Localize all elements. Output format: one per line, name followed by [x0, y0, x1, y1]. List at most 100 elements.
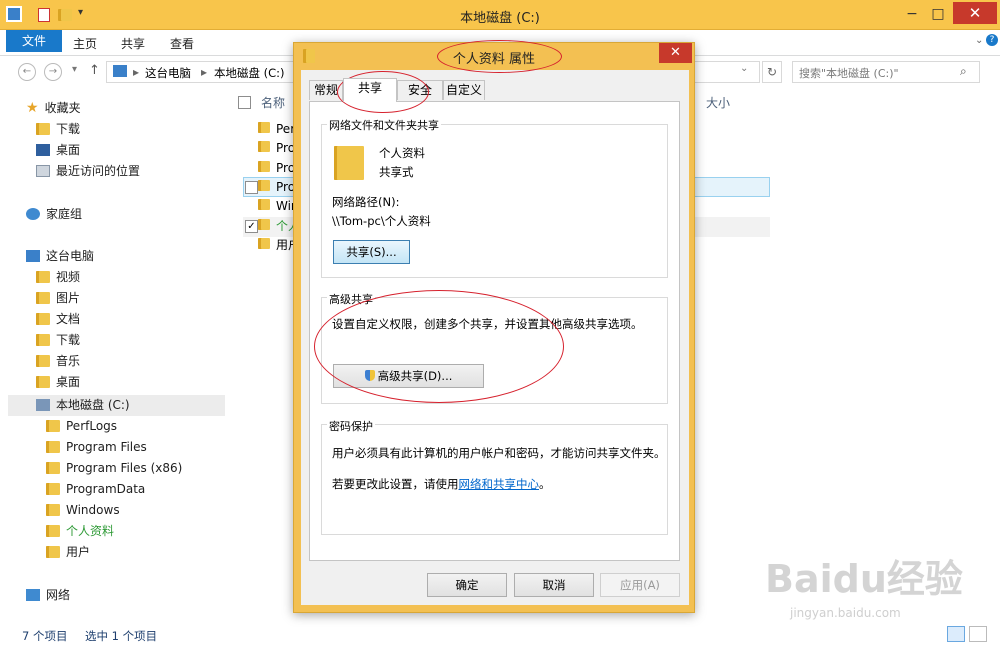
network-icon [26, 589, 40, 601]
network-sharing-group-label: 网络文件和文件夹共享 [327, 117, 441, 133]
column-size-header[interactable]: 大小 [706, 94, 730, 111]
back-icon[interactable]: ← [18, 63, 36, 81]
network-sharing-center-link[interactable]: 网络和共享中心 [459, 477, 540, 491]
close-window-button[interactable]: ✕ [953, 2, 997, 24]
folder-icon [46, 504, 60, 516]
sidebar-folder-programdata[interactable]: ProgramData [46, 479, 271, 500]
folder-name: 个人资料 [379, 146, 425, 160]
breadcrumb-this-pc[interactable]: 这台电脑 [145, 65, 191, 81]
select-all-checkbox[interactable] [238, 96, 251, 109]
sidebar-item-music[interactable]: 音乐 [36, 351, 261, 372]
sidebar-folder-program-files-x86[interactable]: Program Files (x86) [46, 458, 271, 479]
sidebar-homegroup[interactable]: 家庭组 [26, 204, 251, 225]
list-item[interactable]: Pro [258, 138, 298, 158]
list-item[interactable]: Win [258, 196, 298, 216]
sidebar-folder-windows[interactable]: Windows [46, 500, 271, 521]
videos-folder-icon [36, 271, 50, 283]
sidebar-folder-program-files[interactable]: Program Files [46, 437, 271, 458]
recent-places-icon [36, 165, 50, 177]
documents-folder-icon [36, 313, 50, 325]
list-item[interactable]: 用户 [258, 235, 298, 255]
password-change-text: 若要更改此设置，请使用网络和共享中心。 [332, 477, 551, 491]
details-view-icon[interactable] [947, 626, 965, 642]
watermark-logo: Baidu经验 [765, 557, 963, 601]
tab-view[interactable]: 查看 [170, 35, 194, 52]
sidebar-folder-users[interactable]: 用户 [46, 542, 271, 563]
sidebar-network[interactable]: 网络 [26, 585, 251, 606]
download-folder-icon [36, 123, 50, 135]
folder-share-state: 共享式 [379, 165, 414, 179]
sidebar-item-drive-c[interactable]: 本地磁盘 (C:) [36, 395, 261, 416]
tab-sharing[interactable]: 共享 [343, 78, 397, 102]
cancel-button[interactable]: 取消 [514, 573, 594, 597]
sidebar-favorites[interactable]: ★ 收藏夹 [26, 98, 251, 119]
folder-icon [258, 161, 270, 172]
network-path-label: 网络路径(N): [332, 195, 400, 209]
sidebar-item-downloads[interactable]: 下载 [36, 119, 261, 140]
drive-icon [36, 399, 50, 411]
tab-share[interactable]: 共享 [121, 35, 145, 52]
sidebar-item-downloads-pc[interactable]: 下载 [36, 330, 261, 351]
folder-icon [258, 141, 270, 152]
tab-file[interactable]: 文件 [6, 30, 62, 52]
ok-button[interactable]: 确定 [427, 573, 507, 597]
apply-button[interactable]: 应用(A) [600, 573, 680, 597]
sidebar-item-desktop-pc[interactable]: 桌面 [36, 372, 261, 393]
folder-icon [258, 180, 270, 191]
sidebar-item-videos[interactable]: 视频 [36, 267, 261, 288]
large-icons-view-icon[interactable] [969, 626, 987, 642]
search-icon[interactable]: ⌕ [960, 64, 967, 79]
status-bar: 7 个项目 选中 1 个项目 [0, 626, 1000, 654]
refresh-icon[interactable]: ↻ [762, 61, 782, 83]
recent-locations-icon[interactable]: ▾ [72, 64, 77, 75]
minimize-icon[interactable]: − [898, 6, 926, 22]
list-item[interactable]: Pro [258, 158, 298, 178]
share-button[interactable]: 共享(S)... [333, 240, 410, 264]
sidebar-item-desktop[interactable]: 桌面 [36, 140, 261, 161]
expand-ribbon-icon[interactable]: ⌄ [975, 35, 983, 46]
sidebar-folder-perflogs[interactable]: PerfLogs [46, 416, 271, 437]
help-icon[interactable]: ? [986, 34, 998, 46]
pc-icon [113, 65, 127, 77]
download-folder-icon [36, 334, 50, 346]
sidebar-this-pc[interactable]: 这台电脑 [26, 246, 251, 267]
dialog-close-button[interactable]: ✕ [659, 43, 692, 63]
folder-icon [46, 483, 60, 495]
list-item[interactable]: Perf [258, 119, 298, 139]
list-item[interactable]: Pro [258, 177, 298, 197]
folder-icon [46, 462, 60, 474]
shared-folder-large-icon [334, 146, 364, 180]
sidebar-item-pictures[interactable]: 图片 [36, 288, 261, 309]
star-icon: ★ [26, 100, 39, 116]
shared-folder-icon [46, 525, 60, 537]
tab-home[interactable]: 主页 [73, 35, 97, 52]
breadcrumb-separator: ▸ [133, 65, 140, 79]
sidebar-folder-personal[interactable]: 个人资料 [46, 521, 271, 542]
maximize-icon[interactable]: □ [924, 6, 952, 22]
forward-icon[interactable]: → [44, 63, 62, 81]
password-description: 用户必须具有此计算机的用户帐户和密码，才能访问共享文件夹。 [332, 446, 666, 460]
address-dropdown-icon[interactable]: ⌄ [740, 63, 748, 74]
tab-customize[interactable]: 自定义 [443, 80, 485, 100]
pc-icon [26, 250, 40, 262]
row-checkbox[interactable] [245, 181, 258, 194]
up-icon[interactable]: ↑ [89, 63, 100, 78]
status-item-count: 7 个项目 [22, 629, 68, 643]
annotation-oval-title [437, 40, 562, 73]
folder-icon [46, 546, 60, 558]
status-selected-count: 选中 1 个项目 [85, 629, 158, 643]
network-path-value: \\Tom-pc\个人资料 [332, 214, 431, 228]
column-name-header[interactable]: 名称 [261, 94, 285, 111]
window-title: 本地磁盘 (C:) [460, 11, 540, 26]
sidebar-item-documents[interactable]: 文档 [36, 309, 261, 330]
list-item[interactable]: 个人 [258, 216, 298, 236]
search-input[interactable]: 搜索"本地磁盘 (C:)" [792, 61, 980, 83]
breadcrumb-drive[interactable]: 本地磁盘 (C:) [214, 65, 285, 81]
desktop-icon [36, 144, 50, 156]
row-checkbox-checked[interactable]: ✓ [245, 220, 258, 233]
folder-icon [258, 122, 270, 133]
sidebar-item-recent[interactable]: 最近访问的位置 [36, 161, 261, 182]
pictures-folder-icon [36, 292, 50, 304]
homegroup-icon [26, 208, 40, 220]
shared-folder-icon [258, 219, 270, 230]
